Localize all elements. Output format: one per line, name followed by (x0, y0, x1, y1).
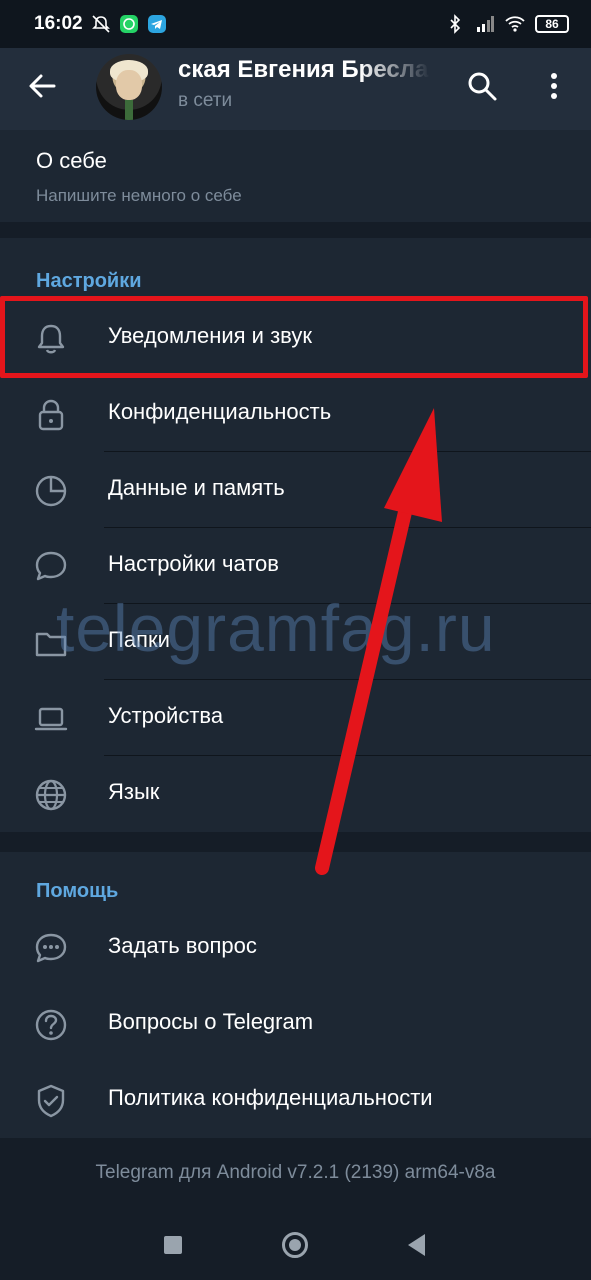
settings-section-title: Настройки (36, 270, 142, 292)
home-icon[interactable] (282, 1232, 308, 1258)
section-divider (0, 832, 591, 852)
telegram-icon (147, 15, 166, 33)
help-section-title: Помощь (36, 880, 119, 902)
settings-item-devices[interactable]: Устройства (0, 680, 591, 756)
shield-check-icon (37, 1084, 65, 1118)
help-item-label: Вопросы о Telegram (108, 1009, 314, 1034)
status-bar: 16:02 86 (0, 0, 591, 48)
settings-item-data[interactable]: Данные и память (0, 452, 591, 528)
recents-icon[interactable] (164, 1236, 182, 1254)
signal-icon (477, 16, 494, 32)
section-divider (0, 222, 591, 238)
settings-item-privacy[interactable]: Конфиденциальность (0, 376, 591, 452)
mute-icon (91, 15, 110, 33)
profile-status: в сети (178, 90, 233, 111)
settings-item-label: Уведомления и звук (108, 323, 312, 348)
profile-header: ская Евгения Бресла в сети (0, 48, 591, 130)
help-item-ask-question[interactable]: Задать вопрос (0, 910, 591, 986)
help-item-privacy-policy[interactable]: Политика конфиденциальности (0, 1062, 591, 1138)
bell-icon (37, 324, 65, 354)
about-title: О себе (36, 148, 107, 173)
bluetooth-icon (450, 14, 461, 34)
settings-item-notifications[interactable]: Уведомления и звук (0, 300, 591, 376)
settings-item-label: Данные и память (108, 475, 285, 500)
search-icon[interactable] (464, 68, 500, 104)
help-item-faq[interactable]: Вопросы о Telegram (0, 986, 591, 1062)
clock-pie-icon (35, 475, 67, 507)
nav-back-icon[interactable] (408, 1234, 425, 1256)
battery-indicator: 86 (535, 15, 569, 33)
help-item-label: Политика конфиденциальности (108, 1085, 433, 1110)
settings-item-label: Устройства (108, 703, 224, 728)
help-item-label: Задать вопрос (108, 933, 257, 958)
about-hint: Напишите немного о себе (36, 186, 242, 205)
settings-item-label: Настройки чатов (108, 551, 279, 576)
chat-dots-icon (35, 933, 67, 963)
wifi-icon (505, 16, 525, 32)
more-vert-icon[interactable] (536, 68, 572, 104)
lock-icon (38, 399, 64, 431)
question-icon (35, 1009, 67, 1041)
back-arrow-icon[interactable] (24, 68, 60, 104)
settings-item-label: Конфиденциальность (108, 399, 332, 424)
status-time: 16:02 (34, 13, 83, 34)
avatar[interactable] (96, 54, 162, 120)
laptop-icon (34, 707, 68, 731)
app-version: Telegram для Android v7.2.1 (2139) arm64… (0, 1138, 591, 1212)
globe-icon (35, 779, 67, 811)
system-nav-bar (0, 1212, 591, 1280)
watermark-text: telegramfag.ru (56, 591, 496, 665)
chat-bubble-icon (35, 551, 67, 581)
settings-item-language[interactable]: Язык (0, 756, 591, 832)
settings-item-label: Язык (108, 779, 160, 804)
whatsapp-icon (119, 15, 138, 33)
about-field[interactable]: О себе Напишите немного о себе (0, 130, 591, 222)
